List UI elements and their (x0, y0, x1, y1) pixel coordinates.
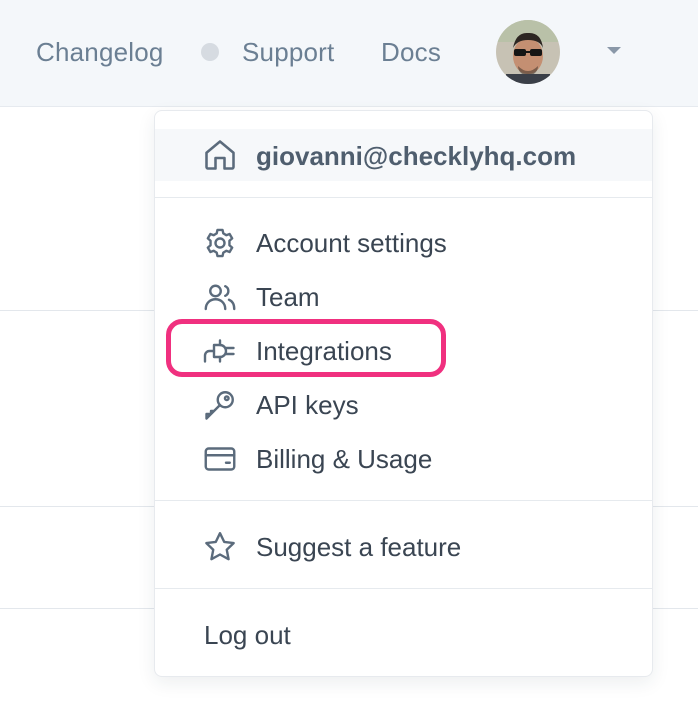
users-icon (202, 279, 238, 315)
home-icon (202, 137, 238, 173)
menu-item-label: Log out (204, 620, 291, 650)
menu-divider (155, 500, 652, 501)
top-navigation-bar: Changelog Support Docs (0, 0, 698, 107)
menu-divider (155, 588, 652, 589)
menu-item-account-settings[interactable]: Account settings (155, 219, 652, 267)
account-email: giovanni@checklyhq.com (256, 141, 577, 171)
caret-down-icon[interactable] (607, 47, 621, 54)
nav-link-changelog[interactable]: Changelog (36, 34, 164, 70)
menu-item-team[interactable]: Team (155, 273, 652, 321)
credit-card-icon (202, 441, 238, 477)
integrations-highlight-outline (166, 319, 446, 377)
nav-link-support[interactable]: Support (242, 34, 334, 70)
user-dropdown-menu: giovanni@checklyhq.com Account settings … (154, 110, 653, 677)
menu-item-label: API keys (256, 390, 359, 420)
status-dot (201, 43, 219, 61)
gear-icon (202, 225, 238, 261)
menu-item-billing-usage[interactable]: Billing & Usage (155, 435, 652, 483)
menu-item-api-keys[interactable]: API keys (155, 381, 652, 429)
menu-account-header[interactable]: giovanni@checklyhq.com (155, 129, 652, 181)
menu-item-label: Billing & Usage (256, 444, 433, 474)
menu-item-log-out[interactable]: Log out (155, 611, 652, 659)
star-icon (202, 529, 238, 565)
key-icon (202, 387, 238, 423)
menu-item-label: Team (256, 282, 320, 312)
user-avatar[interactable] (496, 20, 560, 84)
menu-item-label: Account settings (256, 228, 447, 258)
menu-item-label: Suggest a feature (256, 532, 462, 562)
menu-item-suggest-feature[interactable]: Suggest a feature (155, 523, 652, 571)
nav-link-docs[interactable]: Docs (381, 34, 441, 70)
menu-divider (155, 197, 652, 198)
